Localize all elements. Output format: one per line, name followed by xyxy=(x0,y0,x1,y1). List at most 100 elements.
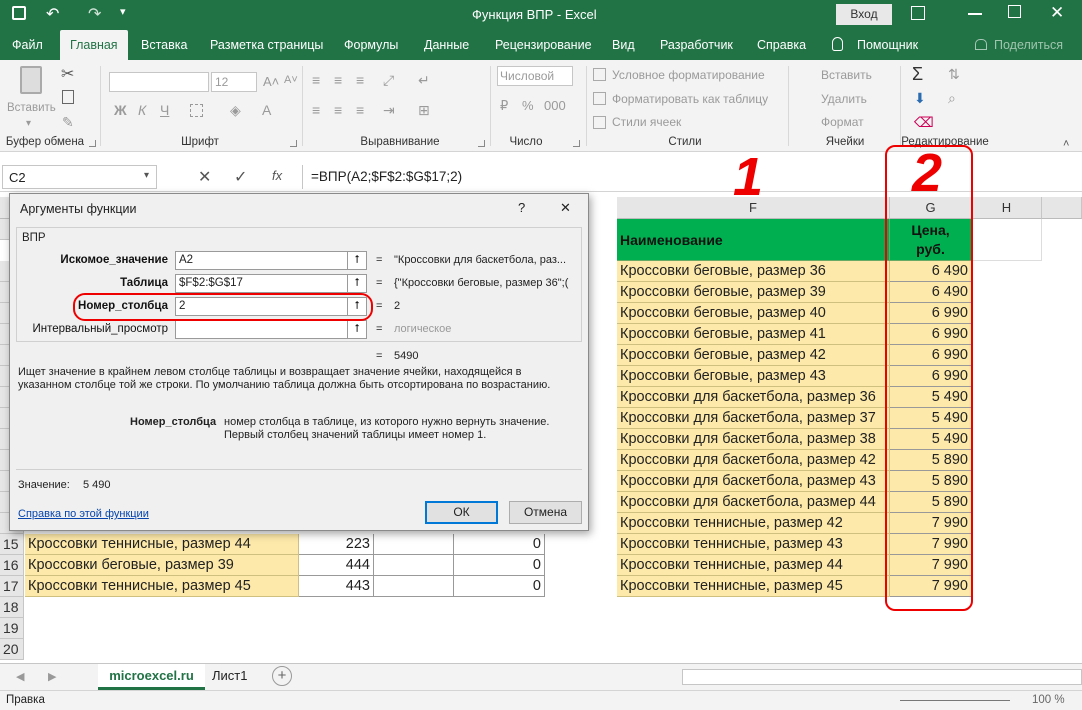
delete-cells-button[interactable]: Удалить xyxy=(821,92,867,106)
left-empty-cell[interactable] xyxy=(374,576,454,597)
underline-icon[interactable]: Ч xyxy=(160,102,169,118)
align-left-icon[interactable]: ≡ xyxy=(312,102,320,118)
number-launcher-icon[interactable] xyxy=(573,140,580,147)
arg-input-2[interactable]: $F$2:$G$17 xyxy=(175,274,357,293)
tab-formulas[interactable]: Формулы xyxy=(344,30,398,60)
h-column-cell[interactable] xyxy=(972,219,1042,261)
zoom-level[interactable]: 100 % xyxy=(1032,694,1065,706)
dialog-close-button[interactable]: ✕ xyxy=(560,200,571,216)
close-icon[interactable]: ✕ xyxy=(1050,3,1064,23)
save-icon[interactable] xyxy=(12,6,26,20)
clipboard-launcher-icon[interactable] xyxy=(89,140,96,147)
redo-icon[interactable]: ↷ xyxy=(88,4,101,24)
font-size-select[interactable]: 12 xyxy=(211,72,257,92)
align-middle-icon[interactable]: ≡ xyxy=(334,72,342,88)
column-header-H[interactable]: H xyxy=(972,197,1042,219)
left-total-cell[interactable]: 0 xyxy=(454,534,545,555)
merge-icon[interactable]: ⊞ xyxy=(418,102,430,119)
name-cell[interactable]: Кроссовки беговые, размер 42 xyxy=(617,345,890,366)
scroll-tabs-right-icon[interactable]: ▶ xyxy=(48,670,56,683)
left-qty-cell[interactable]: 444 xyxy=(299,555,374,576)
align-center-icon[interactable]: ≡ xyxy=(334,102,342,118)
insert-function-icon[interactable]: fx xyxy=(272,168,282,183)
name-cell[interactable]: Кроссовки теннисные, размер 45 xyxy=(617,576,890,597)
clear-icon[interactable]: ⌫ xyxy=(914,114,934,131)
customize-qat-icon[interactable]: ▾ xyxy=(120,5,126,18)
align-bottom-icon[interactable]: ≡ xyxy=(356,72,364,88)
autosum-icon[interactable]: Σ xyxy=(912,64,923,85)
row-header[interactable]: 20 xyxy=(0,639,24,660)
left-qty-cell[interactable]: 223 xyxy=(299,534,374,555)
name-cell[interactable]: Кроссовки беговые, размер 39 xyxy=(617,282,890,303)
row-header[interactable]: 19 xyxy=(0,618,24,639)
name-box-dropdown-icon[interactable]: ▾ xyxy=(144,170,149,181)
cut-icon[interactable]: ✂ xyxy=(61,64,74,84)
maximize-icon[interactable] xyxy=(1008,5,1021,18)
tab-view[interactable]: Вид xyxy=(612,30,635,60)
left-total-cell[interactable]: 0 xyxy=(454,555,545,576)
bold-icon[interactable]: Ж xyxy=(114,102,127,118)
tab-tell-me[interactable]: Помощник xyxy=(857,30,918,60)
name-box[interactable]: C2 xyxy=(2,165,157,189)
indent-icon[interactable]: ⇥ xyxy=(383,102,395,119)
tab-review[interactable]: Рецензирование xyxy=(495,30,592,60)
left-name-cell[interactable]: Кроссовки беговые, размер 39 xyxy=(25,555,299,576)
sort-filter-icon[interactable]: ⇅ xyxy=(948,66,960,83)
minimize-icon[interactable] xyxy=(968,13,982,15)
name-cell[interactable]: Кроссовки для баскетбола, размер 38 xyxy=(617,429,890,450)
left-total-cell[interactable]: 0 xyxy=(454,576,545,597)
tab-file[interactable]: Файл xyxy=(12,30,43,60)
collapse-arg-4-icon[interactable]: ⭡ xyxy=(347,320,367,339)
wrap-text-icon[interactable]: ↵ xyxy=(418,72,430,89)
fill-color-icon[interactable]: ◈ xyxy=(230,102,241,119)
font-launcher-icon[interactable] xyxy=(290,140,297,147)
name-cell[interactable]: Кроссовки беговые, размер 36 xyxy=(617,261,890,282)
column-header-I[interactable] xyxy=(1042,197,1082,219)
name-cell[interactable]: Кроссовки теннисные, размер 42 xyxy=(617,513,890,534)
left-name-cell[interactable]: Кроссовки теннисные, размер 44 xyxy=(25,534,299,555)
sheet-tab-active[interactable]: microexcel.ru xyxy=(98,664,205,690)
collapse-ribbon-icon[interactable]: ˄ xyxy=(1063,138,1069,150)
login-button[interactable]: Вход xyxy=(836,4,892,25)
tab-share[interactable]: Поделиться xyxy=(994,30,1063,60)
name-cell[interactable]: Кроссовки для баскетбола, размер 36 xyxy=(617,387,890,408)
tab-page-layout[interactable]: Разметка страницы xyxy=(210,30,323,60)
thousands-icon[interactable]: 000 xyxy=(544,98,566,113)
tab-help[interactable]: Справка xyxy=(757,30,806,60)
undo-icon[interactable]: ↶ xyxy=(46,4,59,24)
header-name-cell[interactable]: Наименование xyxy=(617,219,890,261)
zoom-slider[interactable] xyxy=(900,700,1010,701)
help-link[interactable]: Справка по этой функции xyxy=(18,508,149,520)
font-name-select[interactable] xyxy=(109,72,209,92)
arg-input-4[interactable] xyxy=(175,320,357,339)
cancel-button[interactable]: Отмена xyxy=(509,501,582,524)
orientation-icon[interactable]: ⤢ xyxy=(383,72,394,89)
italic-icon[interactable]: К xyxy=(138,102,146,118)
borders-icon[interactable] xyxy=(190,104,203,117)
alignment-launcher-icon[interactable] xyxy=(478,140,485,147)
scroll-tabs-left-icon[interactable]: ◀ xyxy=(16,670,24,683)
name-cell[interactable]: Кроссовки для баскетбола, размер 44 xyxy=(617,492,890,513)
name-cell[interactable]: Кроссовки теннисные, размер 44 xyxy=(617,555,890,576)
tab-home[interactable]: Главная xyxy=(60,30,128,60)
add-sheet-icon[interactable]: + xyxy=(272,666,292,686)
name-cell[interactable]: Кроссовки беговые, размер 41 xyxy=(617,324,890,345)
insert-cells-button[interactable]: Вставить xyxy=(821,68,872,82)
horizontal-scrollbar[interactable] xyxy=(682,669,1082,685)
ribbon-display-icon[interactable] xyxy=(911,6,925,20)
enter-entry-icon[interactable]: ✓ xyxy=(234,167,247,187)
paste-button[interactable]: Вставить xyxy=(7,102,56,114)
cond-format-button[interactable]: Условное форматирование xyxy=(612,68,765,82)
name-cell[interactable]: Кроссовки для баскетбола, размер 42 xyxy=(617,450,890,471)
percent-icon[interactable]: % xyxy=(522,98,534,113)
collapse-arg-1-icon[interactable]: ⭡ xyxy=(347,251,367,270)
align-right-icon[interactable]: ≡ xyxy=(356,102,364,118)
name-cell[interactable]: Кроссовки беговые, размер 40 xyxy=(617,303,890,324)
find-icon[interactable]: ⌕ xyxy=(948,90,956,107)
left-qty-cell[interactable]: 443 xyxy=(299,576,374,597)
number-format-select[interactable]: Числовой xyxy=(497,66,573,86)
sheet-tab-2[interactable]: Лист1 xyxy=(212,668,247,683)
tab-data[interactable]: Данные xyxy=(424,30,469,60)
name-cell[interactable]: Кроссовки беговые, размер 43 xyxy=(617,366,890,387)
row-header[interactable]: 18 xyxy=(0,597,24,618)
